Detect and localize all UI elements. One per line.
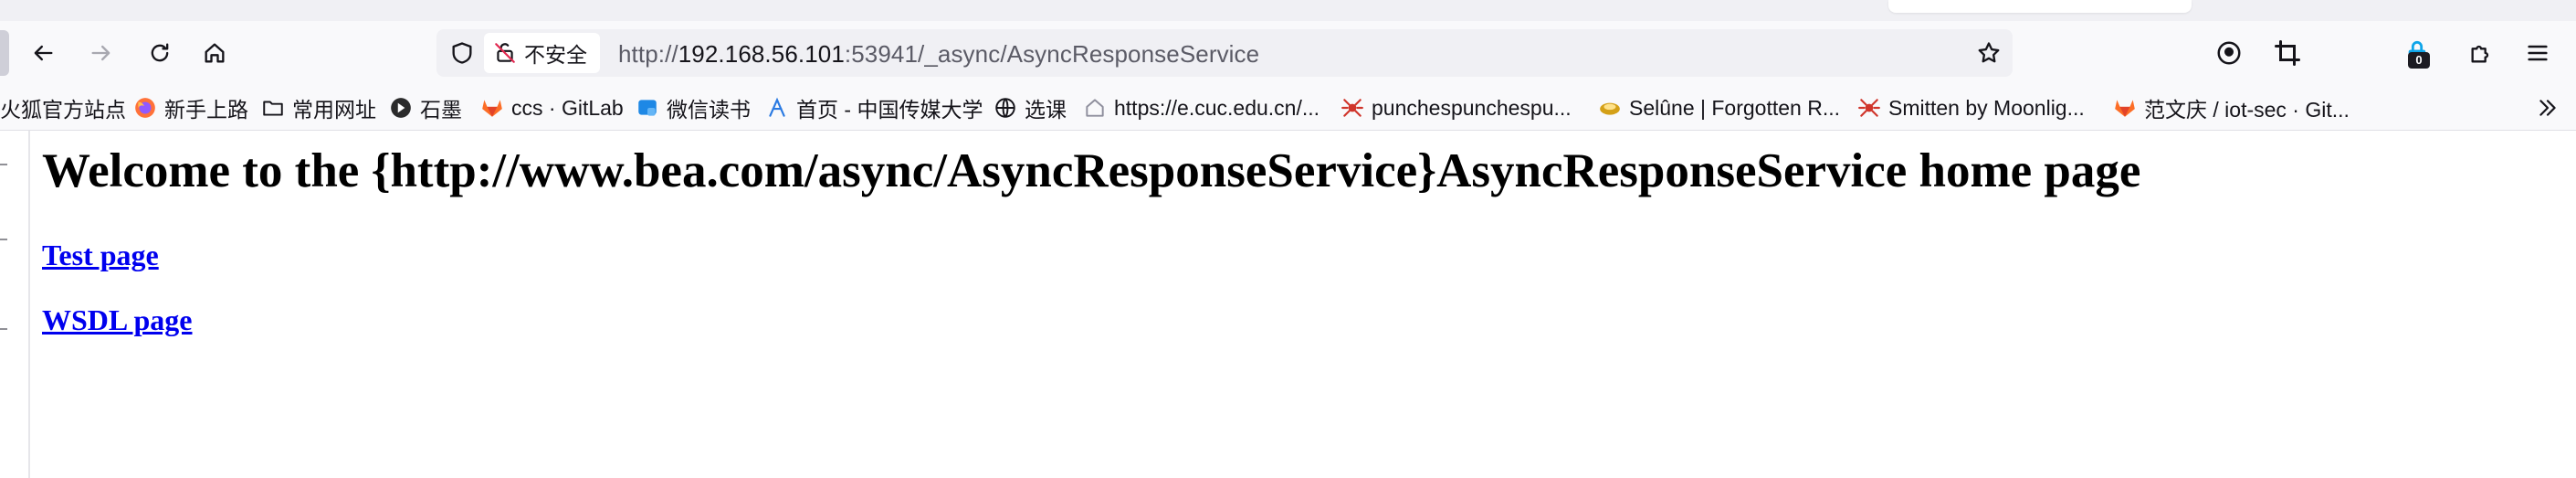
- page-title: Welcome to the {http://www.bea.com/async…: [42, 144, 2141, 197]
- bookmark-item[interactable]: 石墨: [389, 85, 462, 131]
- app-menu-button[interactable]: [2517, 32, 2559, 74]
- bookmark-label: Smitten by Moonlig...: [1888, 95, 2085, 120]
- bookmarks-toolbar: 火狐官方站点 新手上路 常用网址 石墨 ccs · GitLab 微信读书 首页…: [0, 85, 2576, 131]
- shimo-icon: [389, 96, 413, 120]
- bookmark-item[interactable]: punchespunchespu...: [1341, 85, 1572, 131]
- back-button[interactable]: [22, 32, 64, 74]
- address-bar[interactable]: 不安全 http://192.168.56.101:53941/_async/A…: [436, 29, 2013, 77]
- gitlab-icon: [480, 96, 504, 120]
- bookmark-label: https://e.cuc.edu.cn/...: [1114, 95, 1320, 120]
- bookmark-label: punchespunchespu...: [1372, 95, 1572, 120]
- home-page-icon: [1083, 96, 1107, 120]
- security-label: 不安全: [524, 43, 587, 67]
- account-icon: [2217, 41, 2241, 65]
- bookmark-label: ccs · GitLab: [511, 95, 624, 120]
- forward-button[interactable]: [80, 32, 122, 74]
- wsdl-page-link[interactable]: WSDL page: [42, 303, 192, 337]
- sidebar-toggle[interactable]: [0, 30, 9, 76]
- extension-badge: 0: [2408, 52, 2430, 69]
- weread-icon: [636, 96, 659, 120]
- account-button[interactable]: [2208, 32, 2250, 74]
- reload-button[interactable]: [139, 32, 181, 74]
- bookmark-item[interactable]: ccs · GitLab: [480, 85, 624, 131]
- bookmark-label: 常用网址: [292, 98, 376, 122]
- bookmark-item[interactable]: 火狐官方站点: [0, 85, 126, 131]
- gitlab-icon: [2113, 96, 2137, 120]
- bookmark-label: 火狐官方站点: [0, 98, 126, 122]
- bookmark-label: Selûne | Forgotten R...: [1629, 95, 1840, 120]
- bookmark-folder[interactable]: 常用网址: [261, 85, 376, 131]
- forward-arrow-icon: [91, 45, 110, 61]
- bookmark-item[interactable]: 首页 - 中国传媒大学: [765, 85, 983, 131]
- screenshot-crop-button[interactable]: [2266, 32, 2308, 74]
- bookmark-label: 微信读书: [667, 98, 751, 122]
- folder-icon: [261, 96, 285, 120]
- tracking-protection-button[interactable]: [446, 37, 478, 69]
- bookmark-item[interactable]: 新手上路: [133, 85, 248, 131]
- bookmarks-overflow-button[interactable]: [2532, 92, 2563, 123]
- bookmark-label: 选课: [1025, 98, 1067, 122]
- spider-icon: [1341, 96, 1364, 120]
- hamburger-menu-icon: [2528, 45, 2548, 61]
- navigation-toolbar: 不安全 http://192.168.56.101:53941/_async/A…: [0, 21, 2576, 85]
- bookmark-label: 首页 - 中国传媒大学: [796, 98, 983, 122]
- bookmark-item[interactable]: https://e.cuc.edu.cn/...: [1083, 85, 1320, 131]
- bookmark-item[interactable]: Smitten by Moonlig...: [1857, 85, 2085, 131]
- sidebar-tick: [0, 164, 7, 165]
- back-arrow-icon: [34, 45, 53, 61]
- tab-strip: [0, 0, 2576, 21]
- bookmark-item[interactable]: 微信读书: [636, 85, 751, 131]
- globe-icon: [994, 96, 1017, 120]
- extensions-button[interactable]: [2460, 32, 2502, 74]
- url-path: :53941/_async/AsyncResponseService: [844, 40, 1260, 68]
- bookmark-label: 石墨: [420, 98, 462, 122]
- home-button[interactable]: [194, 32, 236, 74]
- insecure-lock-icon: [495, 43, 515, 63]
- spider-icon: [1857, 96, 1881, 120]
- sidebar-tick: [0, 239, 7, 240]
- firefox-icon: [133, 96, 157, 120]
- bookmark-item[interactable]: Selûne | Forgotten R...: [1598, 85, 1840, 131]
- star-icon: [1978, 42, 2000, 63]
- bookmark-star-button[interactable]: [1972, 37, 2005, 69]
- shield-icon: [452, 42, 472, 64]
- sidebar-edge: [28, 131, 30, 478]
- active-tab[interactable]: [1888, 0, 2192, 13]
- bookmark-item[interactable]: 范文庆 / iot-sec · Git...: [2113, 85, 2350, 131]
- site-security-button[interactable]: 不安全: [484, 33, 600, 73]
- reload-icon: [151, 43, 169, 62]
- crop-icon: [2275, 40, 2300, 66]
- bookmark-label: 范文庆 / iot-sec · Git...: [2144, 98, 2350, 122]
- test-page-link[interactable]: Test page: [42, 239, 159, 272]
- url-host: 192.168.56.101: [678, 40, 845, 68]
- bookmark-item[interactable]: 选课: [994, 85, 1067, 131]
- selune-icon: [1598, 96, 1622, 120]
- cuc-icon: [765, 96, 789, 120]
- bookmark-label: 新手上路: [164, 98, 248, 122]
- url-scheme: http://: [618, 40, 678, 68]
- url-text[interactable]: http://192.168.56.101:53941/_async/Async…: [618, 40, 1259, 69]
- chevron-double-right-icon: [2539, 100, 2556, 116]
- page-content: Welcome to the {http://www.bea.com/async…: [0, 131, 2576, 478]
- puzzle-icon: [2471, 45, 2489, 63]
- sidebar-tick: [0, 328, 7, 330]
- home-icon: [205, 43, 225, 63]
